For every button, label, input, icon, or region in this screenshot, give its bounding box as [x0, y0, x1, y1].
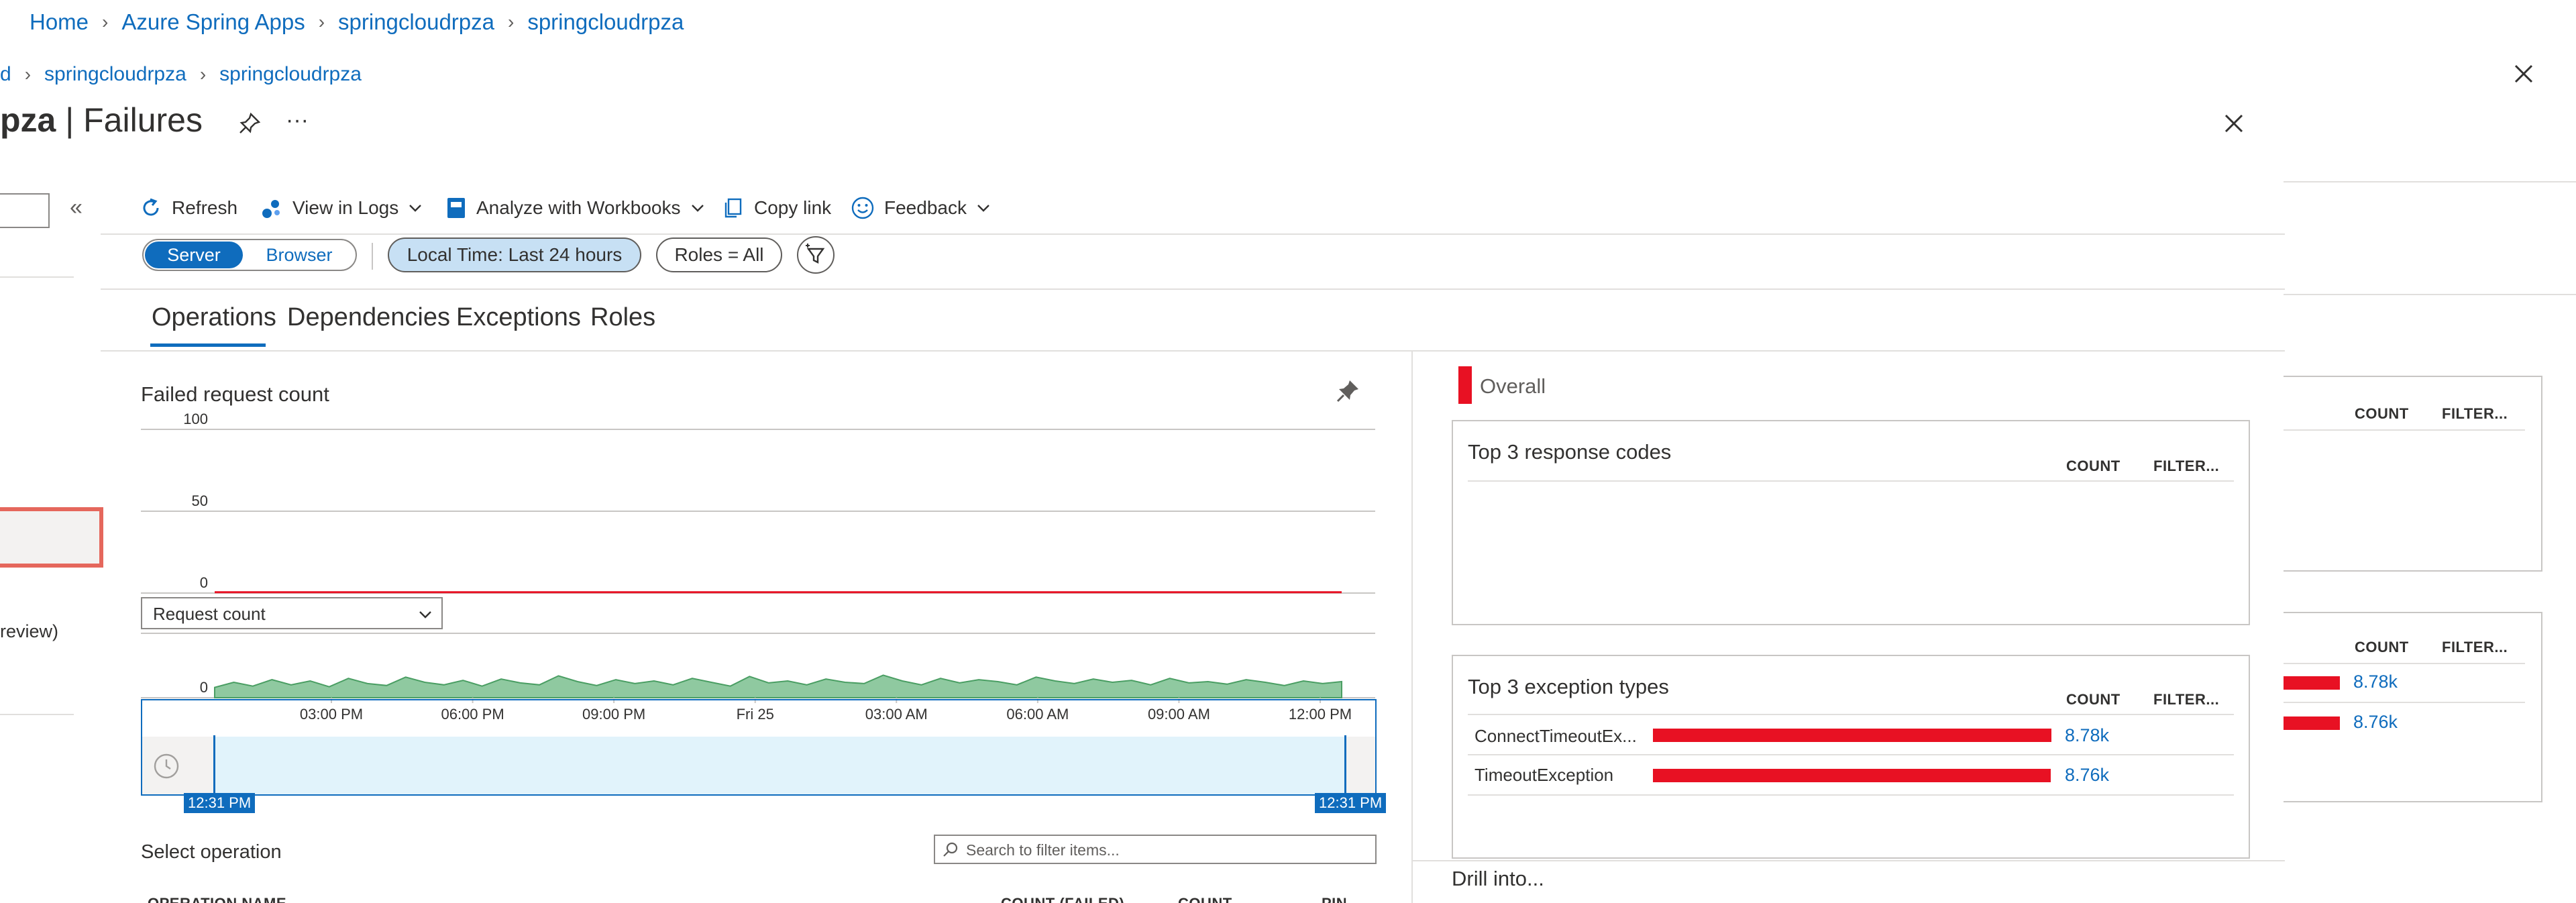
- exception-types-header-divider: [1468, 714, 2234, 715]
- col-operation-name[interactable]: OPERATION NAME: [148, 895, 286, 903]
- exception-types-filter-header[interactable]: FILTER...: [2153, 691, 2219, 708]
- exception-count[interactable]: 8.78k: [2065, 725, 2109, 746]
- row-divider: [1468, 794, 2234, 796]
- select-operation-label: Select operation: [141, 841, 282, 863]
- col-pin[interactable]: PIN: [1322, 895, 1347, 903]
- operation-search-input[interactable]: Search to filter items...: [934, 835, 1377, 864]
- brush-selection[interactable]: [215, 737, 1346, 794]
- exception-types-title: Top 3 exception types: [1468, 675, 1669, 698]
- exception-name: ConnectTimeoutEx...: [1474, 726, 1637, 746]
- exception-count[interactable]: 8.76k: [2065, 765, 2109, 786]
- operation-table-header: OPERATION NAME COUNT (FAILED) COUNT PIN: [141, 895, 1377, 903]
- response-codes-filter-header[interactable]: FILTER...: [2153, 458, 2219, 475]
- col-count-failed[interactable]: COUNT (FAILED): [1001, 895, 1124, 903]
- y-tick-label: 50: [192, 492, 208, 509]
- response-codes-title: Top 3 response codes: [1468, 440, 1672, 464]
- metric-dropdown-value: Request count: [153, 604, 266, 624]
- row-divider: [1468, 754, 2234, 755]
- brush-start-label: 12:31 PM: [184, 793, 256, 813]
- exception-types-count-header[interactable]: COUNT: [2066, 691, 2121, 708]
- exception-count-bar: [1653, 769, 2051, 782]
- search-icon: [943, 842, 958, 857]
- brush-end-label: 12:31 PM: [1315, 793, 1387, 813]
- y-tick-label: 0: [200, 574, 208, 591]
- overall-legend-swatch: [1458, 366, 1472, 404]
- y-tick-label: 0: [200, 679, 208, 696]
- drill-into-label[interactable]: Drill into...: [1452, 867, 1544, 891]
- brush-right-mask: [1346, 737, 1375, 794]
- y-tick-label: 100: [183, 411, 208, 427]
- overall-label[interactable]: Overall: [1480, 374, 1546, 399]
- request-count-area: [214, 674, 1342, 698]
- response-codes-count-header[interactable]: COUNT: [2066, 458, 2121, 475]
- brush-right-handle[interactable]: [1344, 735, 1346, 797]
- exception-name: TimeoutException: [1474, 765, 1614, 785]
- drill-divider: [1411, 860, 2285, 861]
- exception-count-bar: [1653, 729, 2051, 742]
- brush-left-handle[interactable]: [213, 735, 215, 797]
- col-count[interactable]: COUNT: [1178, 895, 1232, 903]
- metric-dropdown[interactable]: Request count: [141, 597, 443, 629]
- chevron-down-icon: [419, 611, 431, 619]
- response-codes-header-divider: [1468, 480, 2234, 482]
- operation-search-placeholder: Search to filter items...: [966, 841, 1120, 859]
- reset-zoom-icon[interactable]: [152, 751, 181, 781]
